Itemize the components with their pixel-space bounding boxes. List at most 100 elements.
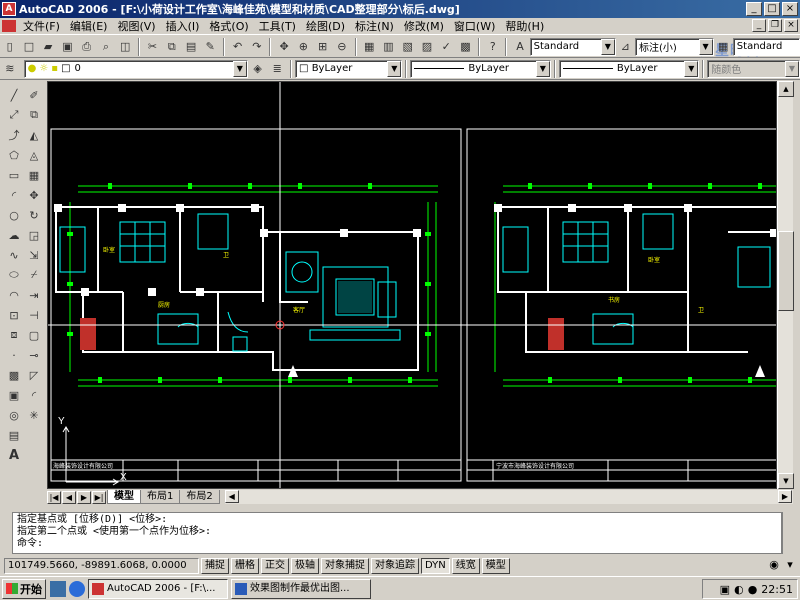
scroll-thumb[interactable]: [778, 231, 794, 311]
autocad-app-icon[interactable]: A: [2, 2, 16, 16]
make-block-icon[interactable]: ⧈: [5, 326, 23, 344]
menu-dimension[interactable]: 标注(N): [350, 18, 399, 34]
move-icon[interactable]: ✥: [25, 186, 43, 204]
doc-close-button[interactable]: ×: [784, 19, 798, 32]
scroll-left-icon[interactable]: ◀: [224, 490, 239, 503]
mirror-icon[interactable]: ◭: [25, 126, 43, 144]
chevron-down-icon[interactable]: ▼: [232, 60, 247, 77]
zoom-realtime-icon[interactable]: ⊕: [295, 38, 312, 56]
tray-settings-icon[interactable]: ▾: [782, 558, 798, 574]
otrack-toggle[interactable]: 对象追踪: [371, 558, 419, 574]
ellipse-icon[interactable]: ⬭: [5, 266, 23, 284]
menu-tools[interactable]: 工具(T): [254, 18, 301, 34]
publish-icon[interactable]: ◫: [117, 38, 134, 56]
maximize-button[interactable]: □: [764, 2, 780, 16]
layer-previous-icon[interactable]: ≣: [268, 60, 286, 78]
tab-model[interactable]: 模型: [107, 490, 141, 504]
extend-icon[interactable]: ⇥: [25, 286, 43, 304]
grid-toggle[interactable]: 栅格: [231, 558, 259, 574]
horizontal-scrollbar[interactable]: ◀ ▶: [224, 490, 793, 504]
layer-manager-icon[interactable]: ≋: [1, 60, 19, 78]
text-style-select[interactable]: Standard ▼: [529, 37, 616, 56]
break-icon[interactable]: ▢: [25, 326, 43, 344]
design-center-icon[interactable]: ▥: [380, 38, 397, 56]
dyn-toggle[interactable]: DYN: [421, 558, 450, 574]
scale-icon[interactable]: ◲: [25, 226, 43, 244]
paste-icon[interactable]: ▤: [182, 38, 199, 56]
zoom-previous-icon[interactable]: ⊖: [333, 38, 350, 56]
chamfer-icon[interactable]: ◸: [25, 366, 43, 384]
menu-insert[interactable]: 插入(I): [161, 18, 205, 34]
insert-block-icon[interactable]: ⊡: [5, 306, 23, 324]
plot-preview-icon[interactable]: ⌕: [97, 38, 114, 56]
menu-doc-icon[interactable]: [2, 20, 16, 32]
tool-palettes-icon[interactable]: ▧: [399, 38, 416, 56]
menu-help[interactable]: 帮助(H): [500, 18, 549, 34]
open-icon[interactable]: ▰: [40, 38, 57, 56]
trim-icon[interactable]: ⌿: [25, 266, 43, 284]
chevron-down-icon[interactable]: ▼: [684, 60, 699, 77]
command-prompt[interactable]: 命令:: [17, 538, 777, 550]
stretch-icon[interactable]: ⇲: [25, 246, 43, 264]
cut-icon[interactable]: ✂: [144, 38, 161, 56]
help-icon[interactable]: ?: [484, 38, 501, 56]
volume-icon[interactable]: ◐: [734, 583, 744, 596]
vertical-scrollbar[interactable]: ▲ ▼: [777, 81, 794, 489]
last-tab-icon[interactable]: ▶|: [92, 490, 106, 504]
command-window[interactable]: 指定基点或 [位移(D)] <位移>: 指定第二个点或 <使用第一个点作为位移>…: [12, 512, 782, 554]
polygon-icon[interactable]: ⬠: [5, 146, 23, 164]
start-button[interactable]: 开始: [2, 578, 46, 599]
array-icon[interactable]: ▦: [25, 166, 43, 184]
table-style-select[interactable]: Standard: [732, 37, 800, 56]
menu-view[interactable]: 视图(V): [112, 18, 160, 34]
rectangle-icon[interactable]: ▭: [5, 166, 23, 184]
next-tab-icon[interactable]: ▶: [77, 490, 91, 504]
first-tab-icon[interactable]: |◀: [47, 490, 61, 504]
tab-layout1[interactable]: 布局1: [140, 490, 181, 504]
menu-draw[interactable]: 绘图(D): [301, 18, 350, 34]
model-toggle[interactable]: 模型: [481, 558, 510, 574]
tab-layout2[interactable]: 布局2: [179, 490, 220, 504]
taskbar-item-document[interactable]: 效果图制作最优出图...: [231, 578, 371, 599]
make-current-layer-icon[interactable]: ◈: [249, 60, 267, 78]
region-icon[interactable]: ◎: [5, 406, 23, 424]
menu-window[interactable]: 窗口(W): [449, 18, 500, 34]
menu-format[interactable]: 格式(O): [204, 18, 253, 34]
rotate-icon[interactable]: ↻: [25, 206, 43, 224]
table-icon[interactable]: ▤: [5, 426, 23, 444]
menu-file[interactable]: 文件(F): [18, 18, 65, 34]
redo-icon[interactable]: ↷: [248, 38, 265, 56]
layer-select[interactable]: ● ☼ ▪ □ 0 ▼: [23, 59, 248, 78]
ellipse-arc-icon[interactable]: ◠: [5, 286, 23, 304]
minimize-button[interactable]: _: [746, 2, 762, 16]
taskbar-item-autocad[interactable]: AutoCAD 2006 - [F:\...: [88, 578, 228, 599]
menu-modify[interactable]: 修改(M): [399, 18, 449, 34]
lineweight-select[interactable]: ByLayer ▼: [558, 59, 700, 78]
linetype-select[interactable]: ByLayer ▼: [410, 59, 551, 78]
close-button[interactable]: ×: [782, 2, 798, 16]
copy-icon[interactable]: ⧉: [163, 38, 180, 56]
point-icon[interactable]: ·: [5, 346, 23, 364]
polar-toggle[interactable]: 极轴: [291, 558, 319, 574]
erase-icon[interactable]: ✐: [25, 86, 43, 104]
new-icon[interactable]: □: [20, 38, 37, 56]
copy-object-icon[interactable]: ⧉: [25, 106, 43, 124]
sheet-set-icon[interactable]: ▨: [418, 38, 435, 56]
hatch-icon[interactable]: ▩: [5, 366, 23, 384]
doc-restore-button[interactable]: ❐: [768, 19, 782, 32]
network-icon[interactable]: ▣: [720, 583, 730, 596]
chevron-down-icon[interactable]: ▼: [387, 60, 402, 77]
qnew-icon[interactable]: ▯: [1, 38, 18, 56]
xline-icon[interactable]: ⤢: [5, 106, 23, 124]
plotstyle-select[interactable]: 随颜色 ▼: [707, 59, 800, 78]
scroll-right-icon[interactable]: ▶: [778, 490, 792, 503]
arc-icon[interactable]: ◜: [5, 186, 23, 204]
quicklaunch-desktop-icon[interactable]: [50, 580, 66, 597]
multiline-text-icon[interactable]: A: [5, 446, 23, 464]
polyline-icon[interactable]: ⤴: [5, 126, 23, 144]
chevron-down-icon[interactable]: ▼: [535, 60, 550, 77]
quicklaunch-ie-icon[interactable]: [69, 580, 85, 597]
quickcalc-icon[interactable]: ▩: [457, 38, 474, 56]
lineweight-toggle[interactable]: 线宽: [451, 558, 480, 574]
color-select[interactable]: □ ByLayer ▼: [295, 59, 403, 78]
